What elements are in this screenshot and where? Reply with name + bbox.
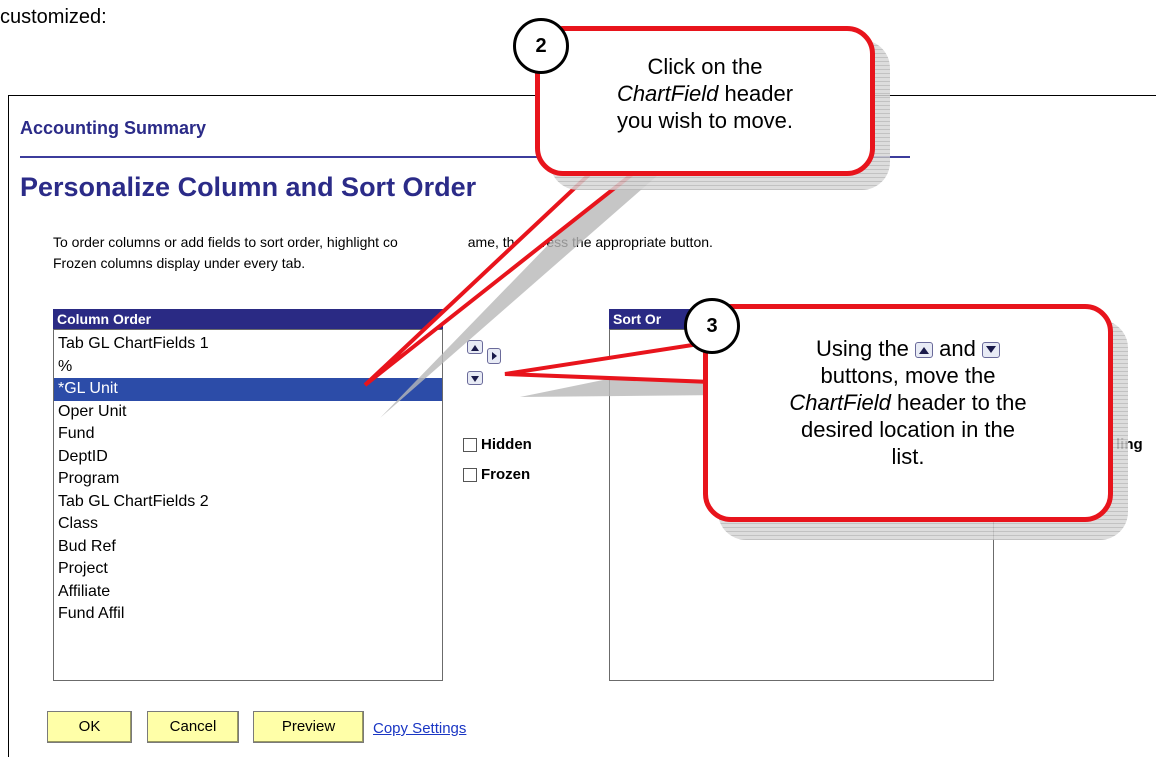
callout-3-line-3: ChartField header to the bbox=[789, 390, 1027, 415]
callout-3-line-2: buttons, move the bbox=[820, 363, 996, 388]
callout-2-tail bbox=[363, 166, 646, 387]
triangle-up-icon bbox=[915, 342, 934, 358]
callout-3-line-4: desired location in the bbox=[800, 417, 1016, 442]
step-2-badge: 2 bbox=[513, 18, 569, 74]
callout-2-line-2: ChartField header bbox=[616, 81, 794, 106]
callout-2-line-3: you wish to move. bbox=[616, 108, 794, 133]
callout-3-line-1: Using the and bbox=[708, 335, 1108, 362]
callout-3-tail bbox=[504, 339, 714, 385]
callout-3-line-5: list. bbox=[891, 444, 925, 469]
triangle-down-icon bbox=[982, 342, 1001, 358]
callout-3: Using the and buttons, move the ChartFie… bbox=[703, 304, 1113, 522]
callout-2: Click on the ChartField header you wish … bbox=[535, 26, 875, 176]
step-3-badge: 3 bbox=[684, 298, 740, 354]
callout-2-line-1: Click on the bbox=[647, 54, 763, 79]
